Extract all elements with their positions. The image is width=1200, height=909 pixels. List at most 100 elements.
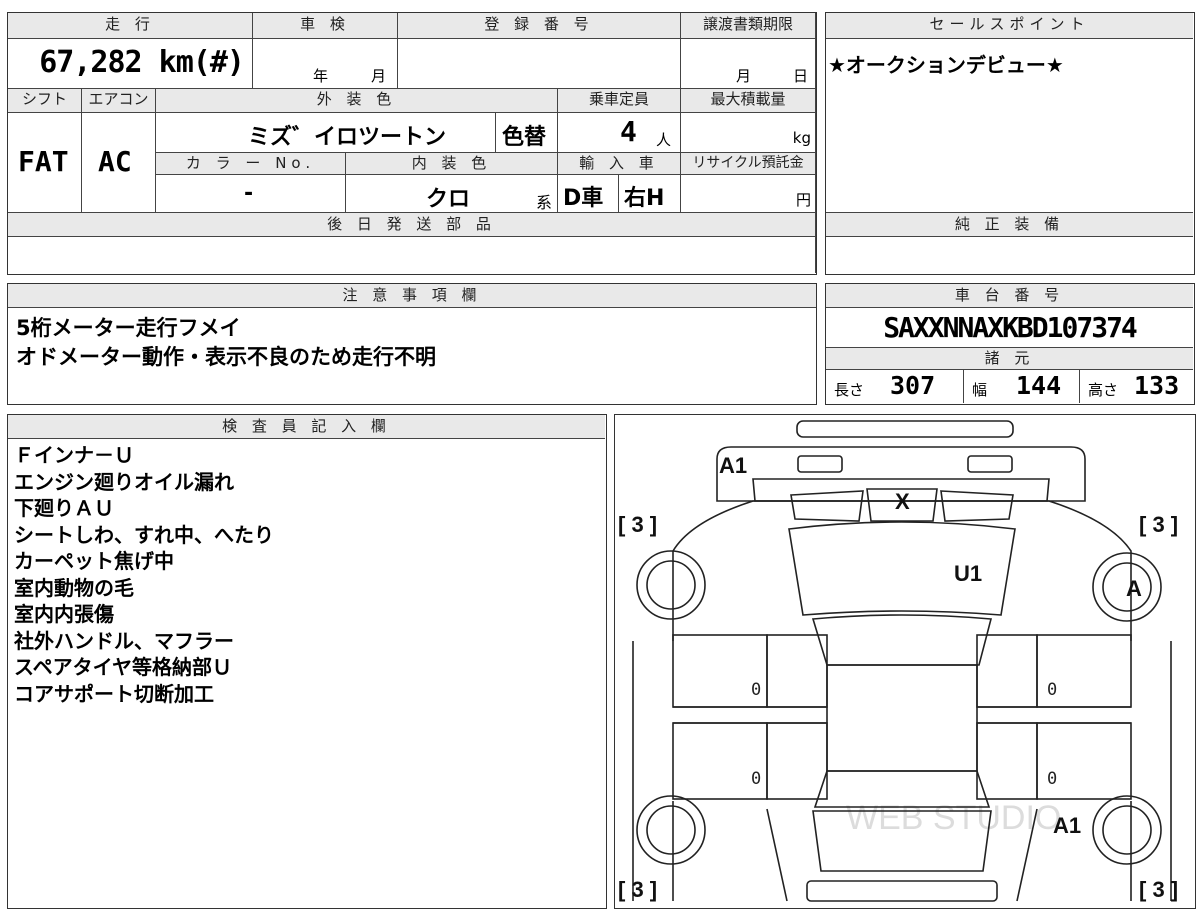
mark-left-front-door: 0 — [751, 680, 761, 700]
capacity-cell: 4 人 — [558, 113, 681, 153]
transfer-deadline-header: 譲渡書類期限 — [681, 13, 816, 39]
steering-value: 右H — [624, 186, 665, 211]
width-label: 幅 — [972, 381, 988, 399]
inspector-box: 検 査 員 記 入 欄 Ｆインナ－Ｕ エンジン廻りオイル漏れ 下廻りＡＵ シート… — [7, 414, 607, 909]
inspector-line: エンジン廻りオイル漏れ — [14, 469, 234, 494]
later-parts-header: 後 日 発 送 部 品 — [8, 213, 816, 237]
mark-rear-left-tire: [ 3 ] — [618, 877, 657, 902]
color-no-value: - — [244, 181, 254, 206]
inspector-line: カーペット焦げ中 — [14, 549, 174, 573]
max-load-unit: kg — [792, 129, 811, 147]
mark-front-right-tire: [ 3 ] — [1139, 512, 1178, 537]
mark-front-bumper: A1 — [719, 453, 747, 478]
notes-line-1: 5桁メーター走行フメイ — [16, 316, 241, 340]
inspector-header: 検 査 員 記 入 欄 — [8, 415, 605, 439]
mark-hood: X — [895, 489, 910, 514]
mark-right-front-door: 0 — [1047, 680, 1057, 700]
ac-value: AC — [98, 145, 132, 178]
mark-left-rear-door: 0 — [751, 769, 761, 789]
transfer-month: 月 — [736, 67, 752, 85]
mark-rear-right-tire: [ 3 ] — [1139, 877, 1178, 902]
mark-front-right-wheel: A — [1126, 576, 1142, 601]
import-type-cell: D車 — [558, 175, 619, 213]
registration-cell — [398, 39, 681, 89]
inspector-line: Ｆインナ－Ｕ — [14, 443, 134, 467]
color-change-cell: 色替 — [496, 113, 558, 153]
notes-line-2: オドメーター動作・表示不良のため走行不明 — [16, 345, 436, 369]
import-header: 輸 入 車 — [558, 153, 681, 175]
registration-header: 登 録 番 号 — [398, 13, 681, 39]
vehicle-info-table: 走 行 車 検 登 録 番 号 譲渡書類期限 67,282 km(#) 年 月 … — [7, 12, 817, 275]
specs-header: 諸 元 — [826, 348, 1193, 370]
length-cell: 長さ 307 — [826, 370, 964, 403]
sales-point-cell: ★オークションデビュー★ — [826, 39, 1193, 213]
sales-point-text: ★オークションデビュー★ — [828, 53, 1064, 77]
equipment-cell — [826, 237, 1193, 273]
ac-header: エアコン — [82, 89, 156, 113]
shift-header: シフト — [8, 89, 82, 113]
inspector-line: 下廻りＡＵ — [14, 496, 114, 520]
ac-cell: AC — [82, 113, 156, 213]
notes-box: 注 意 事 項 欄 5桁メーター走行フメイ オドメーター動作・表示不良のため走行… — [7, 283, 817, 405]
inspector-line: シートしわ、すれ中、へたり — [14, 522, 274, 547]
mark-front-left-tire: [ 3 ] — [618, 512, 657, 537]
color-change-value: 色替 — [502, 125, 547, 150]
length-value: 307 — [890, 371, 936, 400]
height-label: 高さ — [1088, 381, 1119, 399]
sales-point-box: セールスポイント ★オークションデビュー★ 純 正 装 備 — [825, 12, 1195, 275]
inspector-line: 室内動物の毛 — [14, 575, 134, 600]
shaken-year: 年 — [313, 67, 329, 85]
chassis-number: SAXXNNAXKBD107374 — [883, 311, 1138, 344]
car-diagram: WEB STUDIO A1 X U1 A A1 [3] [3] [3 … — [618, 420, 1178, 902]
interior-color-suffix: 系 — [536, 193, 553, 212]
color-no-cell: - — [156, 175, 346, 213]
capacity-header: 乗車定員 — [558, 89, 681, 113]
inspector-line: 室内内張傷 — [14, 602, 114, 626]
height-cell: 高さ 133 — [1080, 370, 1193, 403]
width-cell: 幅 144 — [964, 370, 1080, 403]
mileage-cell: 67,282 km(#) — [8, 39, 253, 89]
sales-point-header: セールスポイント — [826, 13, 1193, 39]
mark-rear-right-wheel: A1 — [1053, 813, 1081, 838]
chassis-box: 車 台 番 号 SAXXNNAXKBD107374 諸 元 長さ 307 幅 1… — [825, 283, 1195, 405]
chassis-number-cell: SAXXNNAXKBD107374 — [826, 308, 1193, 348]
recycle-cell: 円 — [681, 175, 816, 213]
color-no-header: カ ラ ー No. — [156, 153, 346, 175]
inspector-line: コアサポート切断加工 — [14, 681, 214, 706]
diagram-watermark: WEB STUDIO — [846, 799, 1061, 837]
transfer-deadline-cell: 月 日 — [681, 39, 816, 89]
mileage-value: 67,282 km(#) — [39, 45, 245, 80]
car-diagram-box: WEB STUDIO A1 X U1 A A1 [3] [3] [3 … — [614, 414, 1196, 909]
max-load-header: 最大積載量 — [681, 89, 816, 113]
recycle-unit: 円 — [795, 191, 811, 209]
chassis-header: 車 台 番 号 — [826, 284, 1193, 308]
mileage-header: 走 行 — [8, 13, 253, 39]
max-load-cell: kg — [681, 113, 816, 153]
inspector-line: 社外ハンドル、マフラー — [14, 628, 234, 653]
import-type-value: D車 — [563, 186, 604, 211]
exterior-color-cell: ミズ゛イロツートン — [156, 113, 496, 153]
transfer-day: 日 — [793, 67, 809, 85]
length-label: 長さ — [834, 381, 865, 399]
notes-header: 注 意 事 項 欄 — [8, 284, 816, 308]
interior-color-cell: クロ 系 — [346, 175, 558, 213]
shift-value: FAT — [18, 145, 69, 178]
mark-right-rear-door: 0 — [1047, 769, 1057, 789]
interior-color-value: クロ — [426, 187, 471, 212]
mark-windshield: U1 — [954, 561, 982, 586]
interior-color-header: 内 装 色 — [346, 153, 558, 175]
height-value: 133 — [1134, 371, 1180, 400]
shaken-month: 月 — [371, 67, 387, 85]
capacity-unit: 人 — [656, 131, 672, 149]
steering-cell: 右H — [619, 175, 681, 213]
capacity-value: 4 — [620, 115, 637, 148]
shaken-header: 車 検 — [253, 13, 398, 39]
width-value: 144 — [1016, 371, 1062, 400]
shift-cell: FAT — [8, 113, 82, 213]
inspector-line: スペアタイヤ等格納部Ｕ — [14, 655, 232, 679]
exterior-color-header: 外 装 色 — [156, 89, 558, 113]
equipment-header: 純 正 装 備 — [826, 213, 1193, 237]
recycle-header: リサイクル預託金 — [681, 153, 816, 175]
later-parts-cell — [8, 237, 816, 273]
exterior-color-value: ミズ゛イロツートン — [248, 125, 447, 150]
